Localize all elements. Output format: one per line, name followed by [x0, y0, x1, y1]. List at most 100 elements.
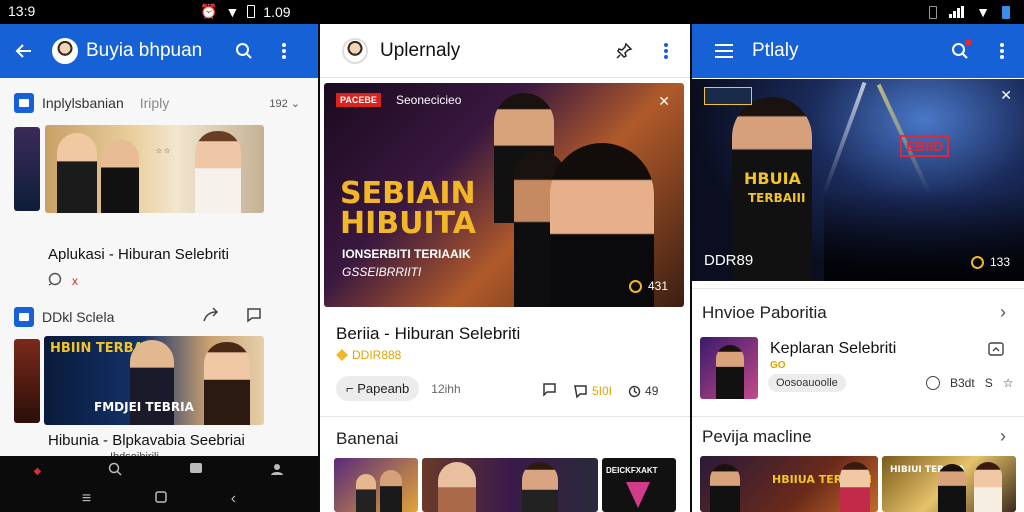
- hero-banner[interactable]: PACEBE Seonecicieo ✕ SEBIAIN HIBUITA ION…: [324, 83, 684, 307]
- filter-sub: Iriply: [139, 95, 170, 111]
- divider-4: [692, 416, 1024, 417]
- close-icon[interactable]: ✕: [658, 93, 670, 110]
- detail-title: Uplernaly: [380, 39, 461, 61]
- concert-views: 133: [970, 255, 1010, 269]
- avatar-2[interactable]: [342, 37, 368, 64]
- search-icon-2[interactable]: [946, 37, 974, 65]
- back-arrow-icon[interactable]: [10, 37, 38, 65]
- channel-handle[interactable]: DDIR888: [336, 348, 401, 362]
- card-2-poster-bottom: FMDJEI TEBRIA: [94, 400, 194, 414]
- machine-thumb-1[interactable]: HBIIUA TERBAAI: [700, 456, 878, 512]
- section-header-2: DDkl Sclela: [14, 306, 304, 328]
- concert-headline-1: HBUIA: [744, 169, 801, 188]
- section-machine: Pevija macline: [702, 427, 812, 446]
- detail-app-bar: Uplernaly: [320, 24, 690, 78]
- filter-row[interactable]: Inplylsbanian Iriply 192 ⌄: [14, 91, 304, 115]
- sort-dropdown[interactable]: 192 ⌄: [269, 97, 300, 110]
- card-title-1[interactable]: Aplukasi - Hiburan Selebriti: [48, 246, 229, 263]
- home-icon[interactable]: ◆: [34, 466, 42, 477]
- concert-tag: DDR89: [704, 252, 754, 269]
- reply-action[interactable]: 5I0I: [573, 384, 612, 399]
- chevron-right-icon-2[interactable]: ›: [1000, 426, 1006, 447]
- feed-app-bar: Buyia bhpuan: [0, 24, 318, 78]
- hamburger-icon[interactable]: [710, 37, 738, 65]
- list-title: Ptlaly: [752, 40, 799, 61]
- bookmark-icon[interactable]: [542, 382, 557, 400]
- card-x-label[interactable]: x: [72, 274, 78, 288]
- profile-icon[interactable]: [270, 462, 284, 481]
- notification-dot: [965, 39, 972, 46]
- back-nav-icon[interactable]: ‹: [231, 490, 236, 508]
- status-time-mid: 1.09: [263, 3, 291, 20]
- card-title-2[interactable]: Hibunia - Blpkavabia Seebriai: [48, 432, 245, 449]
- machine-thumb-2[interactable]: HIBIUI TEBRAA: [882, 456, 1016, 512]
- hero-views: 431: [628, 279, 668, 293]
- hero-badge-text: Seonecicieo: [396, 93, 462, 107]
- status-icon: [926, 376, 940, 390]
- concert-logo: [704, 87, 752, 105]
- alarm-icon: ⏰: [200, 3, 218, 19]
- views-icon: [628, 279, 642, 293]
- list-item-title[interactable]: Keplaran Selebriti: [770, 340, 896, 358]
- home-nav-icon[interactable]: [155, 490, 167, 508]
- card-image-2[interactable]: HBIIN TERBAT FMDJEI TEBRIA: [44, 336, 264, 425]
- hero-headline-2: HIBUITA: [340, 206, 477, 241]
- related-thumb-label: DEICKFXAKT: [606, 466, 658, 475]
- kebab-menu-icon-2[interactable]: [652, 37, 680, 65]
- messages-icon[interactable]: [189, 462, 203, 481]
- calendar-icon-2: [14, 307, 34, 327]
- panel-list: Ptlaly HBUIA TERBAIII EBIID ✕ DDR89 133: [692, 24, 1024, 512]
- section-favorites: Hnvioe Paboritia: [702, 303, 827, 322]
- comment-icon[interactable]: [246, 307, 262, 328]
- panel-feed: Buyia bhpuan Inplylsbanian Iriply 192 ⌄ …: [0, 24, 318, 512]
- reaction-icon[interactable]: [48, 272, 62, 289]
- related-thumb-3[interactable]: DEICKFXAKT: [602, 458, 676, 512]
- recents-icon[interactable]: ≡: [82, 490, 91, 508]
- gold-badge-icon: [336, 349, 348, 361]
- status-bar: 13:9 ⏰ ▼ 1.09 ▼: [0, 0, 1024, 24]
- search-nav-icon[interactable]: [108, 462, 122, 481]
- app-root: 13:9 ⏰ ▼ 1.09 ▼ Buyia bhpuan Inplylsbani…: [0, 0, 1024, 512]
- share-icon-2[interactable]: [988, 342, 1004, 363]
- divider: [320, 416, 690, 417]
- list-item-chip[interactable]: Oosoauoolle: [768, 374, 846, 392]
- card-thumb-side: [14, 127, 40, 211]
- time-action[interactable]: 49: [628, 384, 658, 398]
- avatar[interactable]: [52, 38, 78, 64]
- wifi-icon-2: ▼: [976, 4, 990, 20]
- section-related: Banenai: [336, 429, 399, 448]
- signal-icon: [949, 6, 965, 18]
- search-icon[interactable]: [230, 37, 258, 65]
- hero-sub-1: IONSERBITI TERIAAIK: [342, 247, 471, 261]
- nav-row-top: ◆: [0, 462, 318, 481]
- kebab-menu-icon[interactable]: [270, 37, 298, 65]
- play-icon: [626, 482, 650, 508]
- subscribe-chip[interactable]: ⌐ Papeanb: [336, 376, 420, 401]
- section-label-2: DDkl Sclela: [42, 309, 115, 325]
- card-thumb-side-2: [14, 339, 40, 423]
- concert-sign: EBIID: [900, 135, 950, 157]
- video-title[interactable]: Beriia - Hiburan Selebriti: [336, 324, 520, 344]
- calendar-icon: [14, 93, 34, 113]
- kebab-menu-icon-3[interactable]: [988, 37, 1016, 65]
- system-nav: ≡ ‹: [0, 490, 318, 508]
- share-icon[interactable]: [202, 306, 220, 328]
- chevron-right-icon[interactable]: ›: [1000, 302, 1006, 323]
- pin-icon[interactable]: [610, 37, 638, 65]
- list-item-gold: GO: [770, 360, 786, 371]
- status-time: 13:9: [8, 3, 36, 19]
- concert-hero[interactable]: HBUIA TERBAIII EBIID ✕ DDR89 133: [692, 79, 1024, 281]
- views-icon-2: [970, 255, 984, 269]
- filter-label: Inplylsbanian: [42, 95, 124, 111]
- related-thumb-2[interactable]: [422, 458, 598, 512]
- card-meta-1: x: [48, 272, 78, 289]
- list-item-thumb[interactable]: [700, 337, 758, 399]
- related-thumb-1[interactable]: [334, 458, 418, 512]
- star-icon[interactable]: ☆: [1003, 376, 1014, 390]
- hero-headline-1: SEBIAIN: [340, 176, 476, 211]
- card-image-1[interactable]: ☆ ☆: [45, 125, 264, 213]
- close-icon-2[interactable]: ✕: [1000, 87, 1012, 104]
- action-icons: 5I0I 49: [542, 382, 658, 400]
- divider-3: [692, 288, 1024, 289]
- chip-meta: 12ihh: [431, 381, 461, 396]
